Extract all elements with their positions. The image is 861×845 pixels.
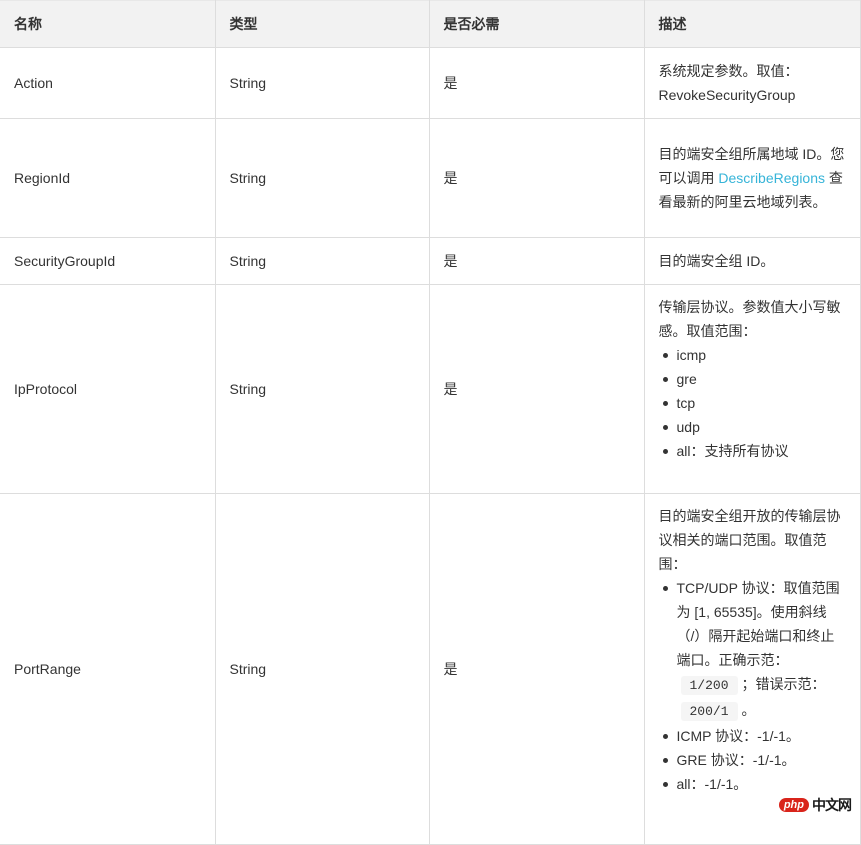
- correct-example-code: 1/200: [680, 676, 738, 695]
- description-text: ；错误示范：: [741, 676, 826, 692]
- wrong-example-code: 200/1: [680, 702, 738, 721]
- php-logo-icon: php: [778, 798, 809, 812]
- table-header-row: 名称 类型 是否必需 描述: [0, 0, 861, 48]
- header-required: 是否必需: [428, 0, 645, 48]
- description-intro: 传输层协议。参数值大小写敏感。取值范围：: [658, 299, 841, 339]
- param-type: String: [214, 47, 430, 119]
- param-type: String: [214, 284, 430, 494]
- param-name: RegionId: [0, 118, 216, 238]
- param-name: SecurityGroupId: [0, 237, 216, 285]
- table-row: IpProtocol String 是 传输层协议。参数值大小写敏感。取值范围：…: [0, 284, 861, 494]
- param-name: IpProtocol: [0, 284, 216, 494]
- table-row: SecurityGroupId String 是 目的端安全组 ID。: [0, 237, 861, 285]
- header-name: 名称: [0, 0, 216, 48]
- description-text: 。: [741, 702, 756, 718]
- list-item: all：-1/-1。: [662, 772, 846, 796]
- param-required: 是: [428, 237, 645, 285]
- table-row: PortRange String 是 目的端安全组开放的传输层协议相关的端口范围…: [0, 493, 861, 845]
- table-row: Action String 是 系统规定参数。取值：RevokeSecurity…: [0, 47, 861, 119]
- list-item: ICMP 协议：-1/-1。: [662, 724, 846, 748]
- param-required: 是: [428, 284, 645, 494]
- param-type: String: [214, 118, 430, 238]
- param-required: 是: [428, 118, 645, 238]
- list-item: tcp: [662, 391, 846, 415]
- param-required: 是: [428, 47, 645, 119]
- port-range-options-list: TCP/UDP 协议：取值范围为 [1, 65535]。使用斜线（/）隔开起始端…: [659, 576, 846, 796]
- param-description: 系统规定参数。取值：RevokeSecurityGroup: [643, 47, 861, 119]
- param-type: String: [214, 237, 430, 285]
- list-item-tcp-udp: TCP/UDP 协议：取值范围为 [1, 65535]。使用斜线（/）隔开起始端…: [662, 576, 846, 724]
- param-description: 目的端安全组 ID。: [643, 237, 861, 285]
- param-description: 目的端安全组开放的传输层协议相关的端口范围。取值范围： TCP/UDP 协议：取…: [643, 493, 861, 845]
- parameters-table: 名称 类型 是否必需 描述 Action String 是 系统规定参数。取值：…: [0, 0, 861, 845]
- param-type: String: [214, 493, 430, 845]
- list-item: gre: [662, 367, 846, 391]
- param-name: Action: [0, 47, 216, 119]
- list-item: udp: [662, 415, 846, 439]
- table-row: RegionId String 是 目的端安全组所属地域 ID。您可以调用 De…: [0, 118, 861, 238]
- list-item: icmp: [662, 343, 846, 367]
- watermark: php 中文网: [778, 795, 852, 815]
- watermark-text: 中文网: [812, 798, 852, 814]
- header-description: 描述: [643, 0, 861, 48]
- param-description: 目的端安全组所属地域 ID。您可以调用 DescribeRegions 查看最新…: [643, 118, 861, 238]
- param-name: PortRange: [0, 493, 216, 845]
- list-item: all：支持所有协议: [662, 439, 846, 463]
- param-required: 是: [428, 493, 645, 845]
- list-item: GRE 协议：-1/-1。: [662, 748, 846, 772]
- description-text: TCP/UDP 协议：取值范围为 [1, 65535]。使用斜线（/）隔开起始端…: [676, 580, 840, 668]
- header-type: 类型: [214, 0, 430, 48]
- protocol-options-list: icmp gre tcp udp all：支持所有协议: [659, 343, 846, 463]
- description-intro: 目的端安全组开放的传输层协议相关的端口范围。取值范围：: [658, 508, 841, 572]
- describe-regions-link[interactable]: DescribeRegions: [718, 170, 825, 186]
- param-description: 传输层协议。参数值大小写敏感。取值范围： icmp gre tcp udp al…: [643, 284, 861, 494]
